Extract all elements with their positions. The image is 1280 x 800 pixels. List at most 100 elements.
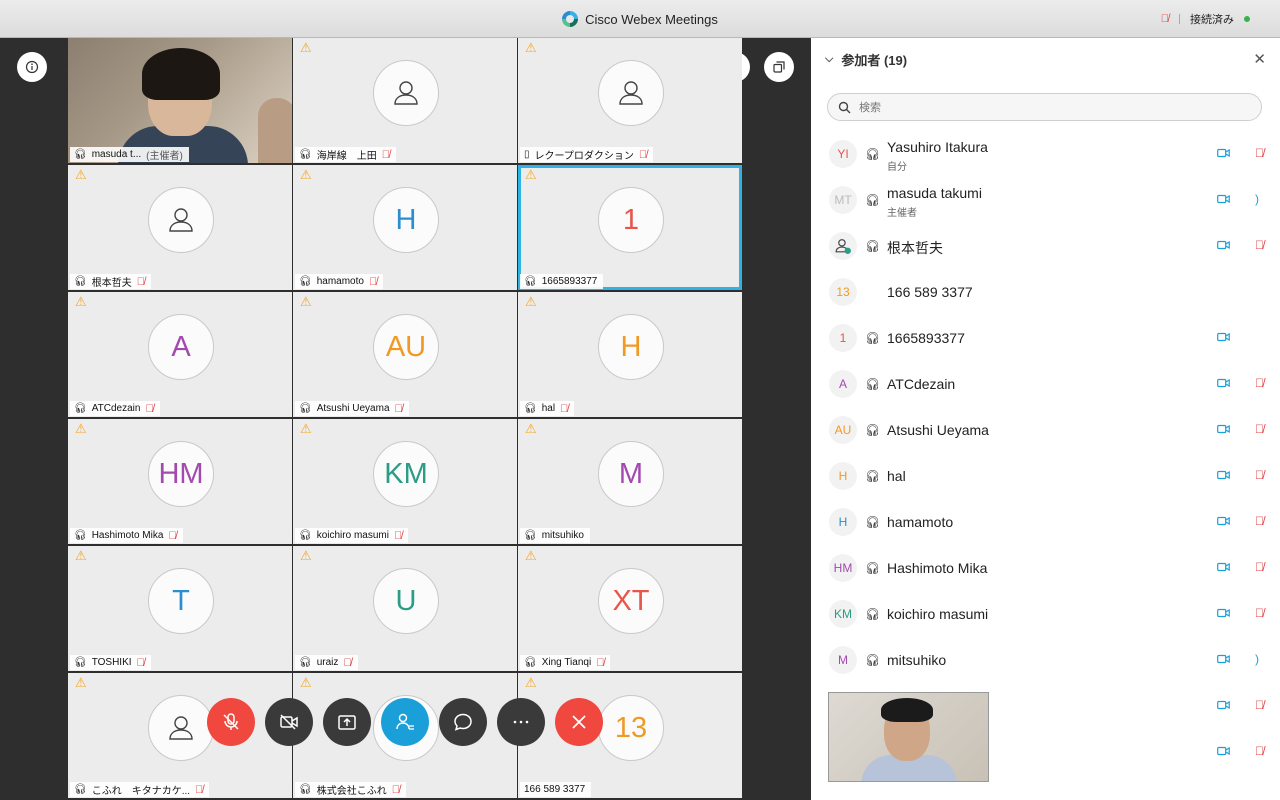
participant-tile[interactable]: ⚠ 🎧︎ 根本哲夫 🎙̸ <box>68 165 292 290</box>
participant-tile[interactable]: ⚠ U 🎧︎ uraiz 🎙̸ <box>293 546 517 671</box>
video-camera-icon[interactable] <box>1217 239 1230 253</box>
participant-row[interactable]: YI 🎧︎ Yasuhiro Itakura 自分 🎙̸ <box>811 131 1280 177</box>
tile-name-label: ▯ レクープロダクション 🎙̸ <box>520 147 654 162</box>
tile-role: (主催者) <box>146 151 183 162</box>
self-view-video[interactable] <box>828 692 989 782</box>
video-camera-icon[interactable] <box>1217 147 1230 161</box>
mic-muted-icon[interactable]: 🎙̸ <box>1255 698 1264 712</box>
warning-icon: ⚠ <box>300 421 312 436</box>
tile-name: 海岸線 上田 <box>316 151 377 162</box>
participant-tile[interactable]: ⚠ H 🎧︎ hal 🎙̸ <box>518 292 742 417</box>
headset-icon: 🎧︎ <box>865 607 881 621</box>
participant-tile[interactable]: ⚠ 🎧︎ こふれ キタナカケ... 🎙̸ <box>68 673 292 798</box>
app-title: Cisco Webex Meetings <box>585 11 718 27</box>
participant-tile[interactable]: ⚠ T 🎧︎ TOSHIKI 🎙̸ <box>68 546 292 671</box>
participant-row[interactable]: H 🎧︎ hamamoto 🎙̸ <box>811 499 1280 545</box>
panel-header[interactable]: ⌵ 参加者 (19) <box>811 38 1280 80</box>
video-camera-icon[interactable] <box>1217 745 1230 759</box>
info-button[interactable] <box>17 52 47 82</box>
mic-muted-icon[interactable]: 🎙̸ <box>1255 376 1264 390</box>
participant-row[interactable]: 1 🎧︎ 1665893377 <box>811 315 1280 361</box>
close-icon[interactable]: ✕ <box>1253 50 1266 68</box>
video-camera-icon[interactable] <box>1217 699 1230 713</box>
video-camera-icon[interactable] <box>1217 331 1230 345</box>
participant-tile[interactable]: 🎧︎ masuda t... (主催者) <box>68 38 292 163</box>
connection-status: 🎙̸ 接続済み <box>1161 0 1250 38</box>
participant-list: YI 🎧︎ Yasuhiro Itakura 自分 🎙̸ MT 🎧︎ masuda takum… <box>811 131 1280 775</box>
participant-row[interactable]: KM 🎧︎ koichiro masumi 🎙̸ <box>811 591 1280 637</box>
participant-tile[interactable]: ⚠ A 🎧︎ ATCdezain 🎙̸ <box>68 292 292 417</box>
participant-tile[interactable]: ⚠ M 🎧︎ mitsuhiko <box>518 419 742 544</box>
mic-muted-icon[interactable]: 🎙̸ <box>1161 13 1169 25</box>
avatar: A <box>829 370 857 398</box>
video-camera-icon[interactable] <box>1217 469 1230 483</box>
pop-out-button[interactable] <box>764 52 794 82</box>
participant-role: 主催者 <box>887 208 917 219</box>
leave-button[interactable] <box>555 698 603 746</box>
warning-icon: ⚠ <box>525 675 537 690</box>
video-camera-icon[interactable] <box>1217 653 1230 667</box>
mic-muted-icon[interactable]: 🎙̸ <box>1255 468 1264 482</box>
video-camera-icon[interactable] <box>1217 515 1230 529</box>
video-camera-icon[interactable] <box>1217 607 1230 621</box>
chevron-down-icon[interactable]: ⌵ <box>825 53 833 66</box>
mic-muted-icon[interactable]: 🎙̸ <box>1255 606 1264 620</box>
participant-name: 1665893377 <box>887 330 965 346</box>
mic-muted-icon[interactable]: 🎙̸ <box>1255 514 1264 528</box>
mic-muted-icon[interactable]: 🎙̸ <box>1255 422 1264 436</box>
tile-name: koichiro masumi <box>316 530 389 541</box>
participant-row[interactable]: 13 166 589 3377 <box>811 269 1280 315</box>
search-input[interactable]: 検索 <box>827 93 1262 121</box>
participant-tile[interactable]: ⚠ ▯ レクープロダクション 🎙̸ <box>518 38 742 163</box>
participant-row[interactable]: AU 🎧︎ Atsushi Ueyama 🎙̸ <box>811 407 1280 453</box>
avatar: T <box>148 568 214 634</box>
participant-tile[interactable]: ⚠ 13 166 589 3377 <box>518 673 742 798</box>
warning-icon: ⚠ <box>300 40 312 55</box>
share-button[interactable] <box>323 698 371 746</box>
mic-muted-icon[interactable]: 🎙̸ <box>1255 744 1264 758</box>
video-camera-icon[interactable] <box>1217 193 1230 207</box>
participant-tile[interactable]: ⚠ AU 🎧︎ Atsushi Ueyama 🎙̸ <box>293 292 517 417</box>
video-stage: 🎧︎ masuda t... (主催者) ⚠ 🎧︎ 海岸線 上田 🎙̸ ⚠ ▯ レクープロダクショ… <box>0 38 811 800</box>
participant-row[interactable]: M 🎧︎ mitsuhiko) <box>811 637 1280 683</box>
chat-button[interactable] <box>439 698 487 746</box>
participant-grid: 🎧︎ masuda t... (主催者) ⚠ 🎧︎ 海岸線 上田 🎙̸ ⚠ ▯ レクープロダクショ… <box>68 38 743 800</box>
avatar <box>148 695 214 761</box>
participant-row[interactable]: 🎧︎ 根本哲夫 🎙̸ <box>811 223 1280 269</box>
info-icon <box>25 60 39 74</box>
close-icon <box>568 711 590 733</box>
participant-tile[interactable]: ⚠ 1 🎧︎ 1665893377 <box>518 165 742 290</box>
headset-icon: 🎧︎ <box>865 469 881 483</box>
participant-row[interactable]: A 🎧︎ ATCdezain 🎙̸ <box>811 361 1280 407</box>
video-camera-icon[interactable] <box>1217 561 1230 575</box>
avatar: XT <box>598 568 664 634</box>
participant-tile[interactable]: ⚠ XT 🎧︎ Xing Tianqi 🎙̸ <box>518 546 742 671</box>
participant-row[interactable]: H 🎧︎ hal 🎙̸ <box>811 453 1280 499</box>
mic-muted-icon[interactable]: 🎙̸ <box>1255 238 1264 252</box>
participant-tile[interactable]: ⚠ KM 🎧︎ koichiro masumi 🎙̸ <box>293 419 517 544</box>
mute-button[interactable] <box>207 698 255 746</box>
participant-row[interactable]: MT 🎧︎ masuda takumi 主催者) <box>811 177 1280 223</box>
webex-logo-icon <box>562 11 579 27</box>
mic-muted-icon[interactable]: 🎙̸ <box>1255 146 1264 160</box>
avatar: 13 <box>829 278 857 306</box>
avatar: H <box>829 462 857 490</box>
tile-name-label: 🎧︎ hamamoto 🎙̸ <box>295 274 384 289</box>
more-button[interactable] <box>497 698 545 746</box>
participant-tile[interactable]: ⚠ H 🎧︎ hamamoto 🎙̸ <box>293 165 517 290</box>
headset-icon: 🎧︎ <box>865 193 881 207</box>
participant-row[interactable]: HM 🎧︎ Hashimoto Mika 🎙̸ <box>811 545 1280 591</box>
video-hair <box>142 48 220 100</box>
mic-muted-icon[interactable]: 🎙̸ <box>1255 560 1264 574</box>
participants-button[interactable] <box>381 698 429 746</box>
avatar: KM <box>829 600 857 628</box>
mic-muted-icon: 🎙̸ <box>145 402 154 415</box>
mic-muted-icon: 🎙̸ <box>596 656 605 669</box>
tile-name: masuda t... <box>91 149 142 160</box>
video-camera-icon[interactable] <box>1217 423 1230 437</box>
tile-name: ATCdezain <box>91 403 141 414</box>
video-camera-icon[interactable] <box>1217 377 1230 391</box>
stop-video-button[interactable] <box>265 698 313 746</box>
participant-tile[interactable]: ⚠ 🎧︎ 海岸線 上田 🎙̸ <box>293 38 517 163</box>
participant-tile[interactable]: ⚠ HM 🎧︎ Hashimoto Mika 🎙̸ <box>68 419 292 544</box>
